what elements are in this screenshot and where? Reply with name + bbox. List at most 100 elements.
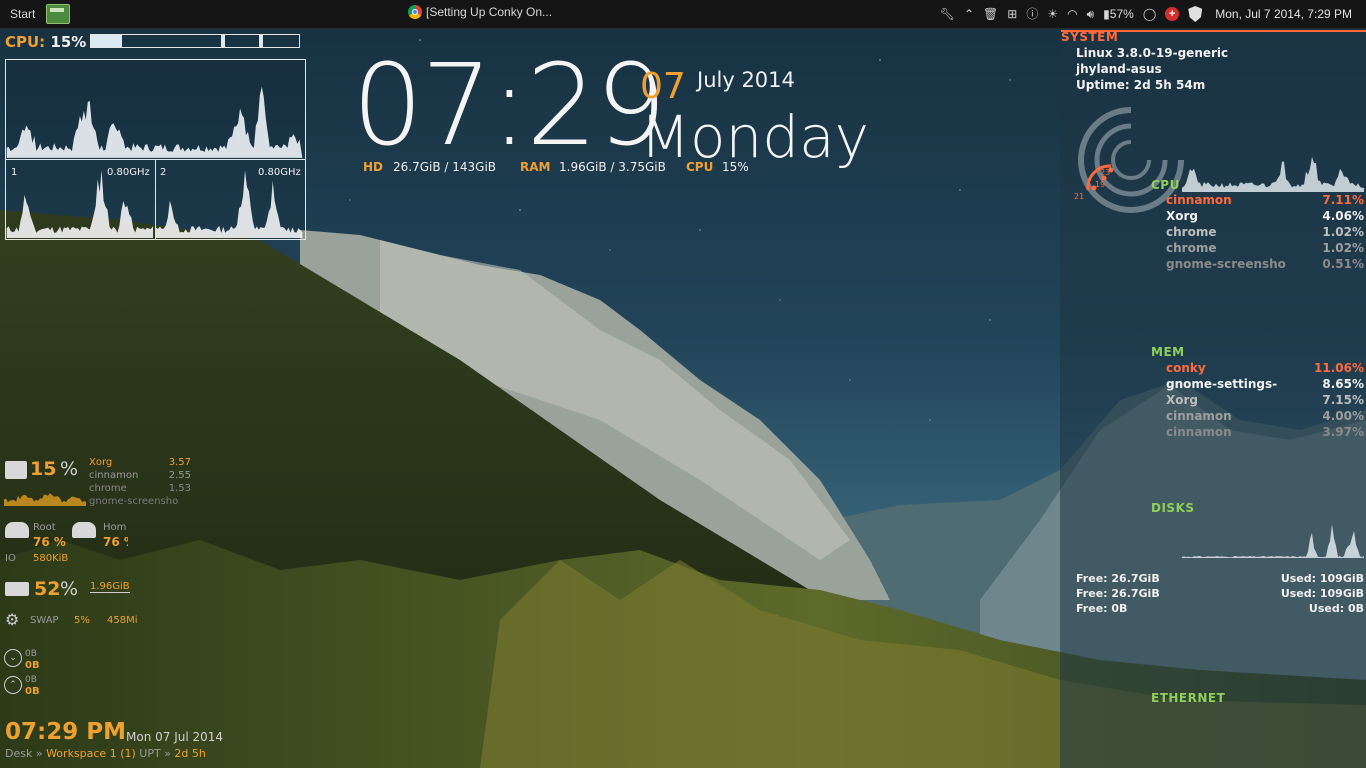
workspace-name[interactable]: Workspace 1 (1)	[46, 747, 136, 760]
process-row: Xorg 4.06%	[1166, 209, 1364, 225]
clock-cpu-label: CPU	[686, 160, 714, 174]
process-row: chrome 1.02%	[1166, 225, 1364, 241]
bl-workspace-row: Desk » Workspace 1 (1) UPT » 2d 5h	[5, 747, 206, 760]
net-up-label: 0B	[25, 675, 37, 685]
process-value: 4.00%	[1322, 409, 1364, 423]
cpu-total-graph-line	[6, 86, 303, 158]
bl-mem-percent: 52	[34, 578, 61, 600]
uptime: Uptime: 2d 5h 54m	[1076, 78, 1206, 92]
ring-label-1: 23	[1100, 168, 1110, 177]
disk-used: Used: 109GiB	[1280, 572, 1364, 585]
clock-cpu-value: 15%	[722, 160, 749, 174]
bl-mem-used: 1.96GiB	[90, 581, 130, 593]
shield-icon[interactable]	[1188, 6, 1203, 22]
disk-io-graph	[1182, 524, 1364, 558]
swap-percent: 5%	[74, 615, 90, 626]
process-value: 1.02%	[1322, 225, 1364, 239]
process-name: cinnamon	[1166, 193, 1232, 207]
system-title-underline	[1061, 30, 1366, 32]
first-aid-icon[interactable]: +	[1165, 7, 1180, 21]
file-manager-icon[interactable]	[46, 4, 70, 24]
chat-icon[interactable]: ◯	[1143, 8, 1156, 20]
home-disk-icon	[72, 522, 96, 538]
process-name: chrome	[1166, 225, 1217, 239]
big-clock-month-year: July 2014	[697, 68, 795, 92]
ring-label-2: 19	[1095, 180, 1105, 189]
system-section-title: SYSTEM	[1061, 30, 1119, 44]
process-row: cinnamon 7.11%	[1166, 193, 1364, 209]
bl-process-name: chrome	[89, 483, 127, 494]
big-clock-day: 07	[640, 66, 686, 107]
wifi-icon[interactable]: ◠	[1067, 8, 1077, 20]
disk-free: Free: 26.7GiB	[1076, 572, 1160, 585]
core2-graph-line	[155, 170, 303, 239]
process-name: cinnamon	[1166, 425, 1232, 439]
sidebar-cpu-graph-line	[1182, 156, 1364, 192]
bl-process-value: 2.55	[168, 470, 191, 481]
process-row: chrome 1.02%	[1166, 241, 1364, 257]
net-down-value: 0B	[25, 660, 40, 671]
process-name: chrome	[1166, 241, 1217, 255]
desk-label: Desk	[5, 747, 33, 760]
core1-label: 1	[11, 167, 18, 178]
taskbar-window-chrome[interactable]: [Setting Up Conky On...	[408, 5, 552, 19]
mem-section-title: MEM	[1151, 345, 1185, 359]
upload-icon: ⌃	[4, 676, 22, 694]
bl-process-value: 1.53	[168, 483, 191, 494]
grid-icon[interactable]: ⊞	[1007, 8, 1017, 20]
swap-value: 458Mi	[107, 615, 138, 626]
core2-frequency: 0.80GHz	[258, 167, 301, 178]
battery-indicator[interactable]: ▮57%	[1103, 7, 1134, 21]
process-name: conky	[1166, 361, 1206, 375]
update-notifier-icon[interactable]: ⓘ	[1026, 8, 1038, 20]
process-value: 7.11%	[1322, 193, 1364, 207]
process-name: gnome-screensho	[1166, 257, 1286, 271]
home-percent: 76 %	[103, 535, 128, 549]
ethernet-section-title: ETHERNET	[1151, 691, 1226, 705]
cpu-process-list: cinnamon 7.11% Xorg 4.06% chrome 1.02% chrome 1…	[1166, 193, 1364, 273]
process-name: gnome-settings-	[1166, 377, 1278, 391]
wrench-icon[interactable]: 🔧︎	[940, 8, 955, 20]
cpu-usage-bar-fill	[91, 35, 123, 47]
bl-cpu-graph	[4, 493, 86, 506]
disk-used: Used: 0B	[1308, 602, 1364, 615]
disk-usage-list: Free: 26.7GiB Used: 109GiB Free: 26.7GiB Us…	[1076, 572, 1364, 617]
separator-icon: »	[35, 747, 43, 760]
bl-mem-percent-sign: %	[60, 578, 79, 600]
core2-label: 2	[160, 167, 167, 178]
ring-label-3: 21	[1074, 192, 1084, 201]
cpu-bar-tick	[259, 35, 263, 47]
cpu-usage-label: CPU: 15%	[5, 33, 86, 51]
cpu-label-value: 15%	[50, 33, 87, 51]
home-label: Hom	[103, 522, 127, 533]
process-value: 11.06%	[1314, 361, 1364, 375]
hostname: jhyland-asus	[1076, 62, 1162, 76]
cpu-label-text: CPU:	[5, 33, 46, 51]
gear-icon: ⚙︎	[5, 610, 20, 629]
disk-row: Free: 26.7GiB Used: 109GiB	[1076, 572, 1364, 587]
process-value: 0.51%	[1322, 257, 1364, 271]
ram-label: RAM	[520, 160, 551, 174]
start-menu-button[interactable]: Start	[10, 7, 40, 21]
download-icon: ⌄	[4, 649, 22, 667]
process-row: gnome-screensho 0.51%	[1166, 257, 1364, 273]
bl-process-name: Xorg	[89, 457, 113, 468]
bl-clock-date: Mon 07 Jul 2014	[126, 730, 224, 744]
bl-process-row: chrome 1.53	[89, 483, 191, 496]
big-clock-time: 07:29	[352, 41, 667, 171]
upt-label: UPT	[139, 747, 161, 760]
swap-label: SWAP	[30, 615, 59, 626]
process-value: 1.02%	[1322, 241, 1364, 255]
root-label: Root	[33, 522, 56, 533]
hd-label: HD	[363, 160, 384, 174]
panel-clock[interactable]: Mon, Jul 7 2014, 7:29 PM	[1215, 7, 1352, 21]
volume-icon[interactable]: 🔊︎	[1087, 8, 1095, 20]
cpu-section-title: CPU	[1151, 178, 1180, 192]
brightness-icon[interactable]: ☀︎	[1047, 8, 1058, 20]
chevron-up-icon[interactable]: ⌃	[964, 8, 974, 20]
process-value: 7.15%	[1322, 393, 1364, 407]
net-down-label: 0B	[25, 649, 37, 659]
cpu-bar-tick	[221, 35, 225, 47]
disk-row: Free: 26.7GiB Used: 109GiB	[1076, 587, 1364, 602]
trash-icon[interactable]: 🗑︎	[983, 8, 998, 20]
